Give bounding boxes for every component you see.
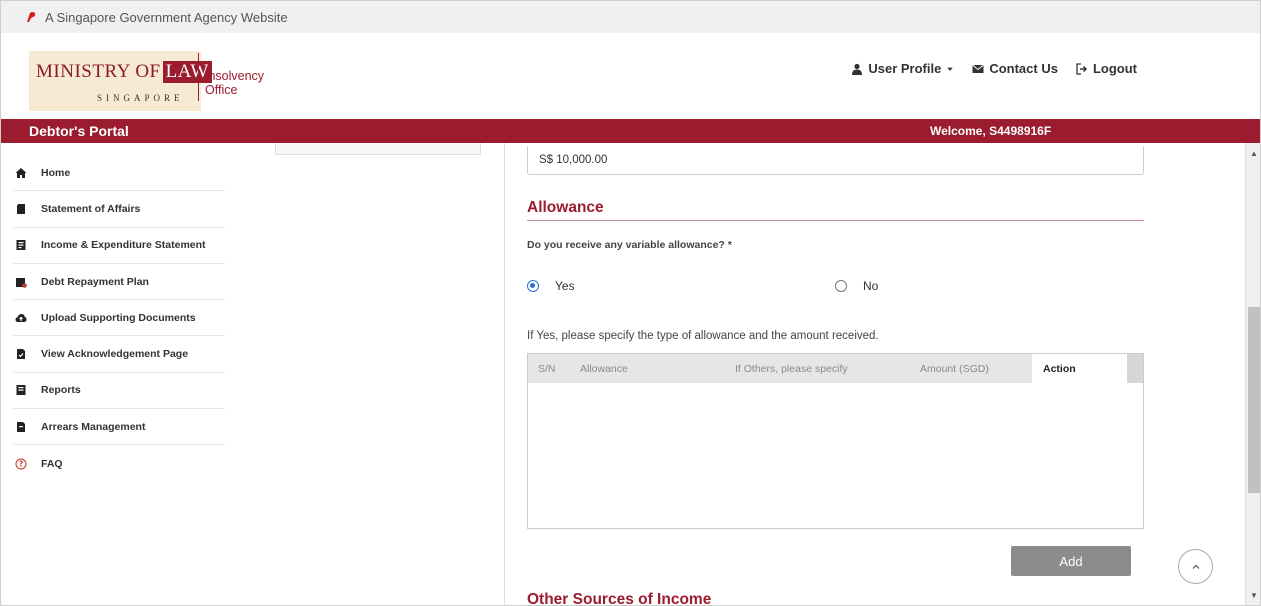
document-icon <box>15 203 27 215</box>
table-header: S/N Allowance If Others, please specify … <box>528 354 1143 383</box>
masthead-text: A Singapore Government Agency Website <box>45 9 288 25</box>
file-icon <box>15 421 27 433</box>
col-allowance: Allowance <box>580 363 628 375</box>
other-income-section-title: Other Sources of Income <box>527 591 712 606</box>
scroll-up-arrow-icon[interactable]: ▲ <box>1249 148 1259 158</box>
add-allowance-button[interactable]: Add <box>1011 546 1131 576</box>
logo-sub-line2: Office <box>205 83 238 97</box>
sidebar-item-label: Statement of Affairs <box>41 202 141 215</box>
sidebar-tab-stub <box>275 143 481 155</box>
cloud-upload-icon <box>15 312 27 324</box>
insolvency-office-label: Insolvency Office <box>205 69 264 97</box>
radio-yes-label: Yes <box>555 279 575 293</box>
question-icon: ? <box>15 458 27 470</box>
scroll-down-arrow-icon[interactable]: ▼ <box>1249 590 1259 600</box>
portal-title: Debtor's Portal <box>29 123 129 139</box>
chevron-up-icon <box>1192 564 1199 569</box>
logo-sub-line1: Insolvency <box>205 69 265 83</box>
radio-no-icon <box>835 280 847 292</box>
browser-page: A Singapore Government Agency Website MI… <box>0 0 1261 606</box>
sidebar-item-arrears-management[interactable]: Arrears Management <box>13 409 225 446</box>
sign-out-icon <box>1076 62 1088 75</box>
sidebar-item-label: View Acknowledgement Page <box>41 348 189 361</box>
amount-field[interactable]: S$ 10,000.00 <box>527 146 1144 175</box>
sidebar-item-label: Reports <box>41 384 81 397</box>
user-profile-label: User Profile <box>868 61 942 76</box>
sidebar-item-label: Upload Supporting Documents <box>41 311 196 324</box>
site-header: MINISTRY OF LAW SINGAPORE Insolvency Offi… <box>1 33 1260 119</box>
radio-no-label: No <box>863 279 879 293</box>
sidebar-item-home[interactable]: Home <box>13 155 225 192</box>
contact-us-label: Contact Us <box>989 61 1058 76</box>
scroll-to-top-button[interactable] <box>1178 549 1213 584</box>
sidebar: Home Statement of Affairs Income & Expen… <box>1 143 505 605</box>
radio-no[interactable]: No <box>835 279 878 293</box>
col-action: Action <box>1032 354 1127 383</box>
sidebar-item-label: Income & Expenditure Statement <box>41 239 206 252</box>
sidebar-nav: Home Statement of Affairs Income & Expen… <box>13 155 225 482</box>
calendar-icon <box>15 276 27 288</box>
envelope-icon <box>972 64 985 73</box>
logo-line1: MINISTRY OF <box>36 61 161 82</box>
scrollbar-thumb[interactable] <box>1248 307 1260 493</box>
sidebar-item-debt-repayment-plan[interactable]: Debt Repayment Plan <box>13 264 225 301</box>
user-icon <box>852 63 863 75</box>
portal-bar: Debtor's Portal Welcome, S4498916F <box>1 119 1260 143</box>
logout-link[interactable]: Logout <box>1076 61 1137 76</box>
lion-head-icon <box>27 12 36 22</box>
svg-text:?: ? <box>19 459 23 468</box>
logo-divider <box>198 53 199 101</box>
ministry-of-law-logo[interactable]: MINISTRY OF LAW SINGAPORE <box>29 51 212 111</box>
allowance-hint: If Yes, please specify the type of allow… <box>527 330 879 342</box>
contact-us-link[interactable]: Contact Us <box>972 61 1058 76</box>
col-others: If Others, please specify <box>735 363 848 375</box>
allowance-table: S/N Allowance If Others, please specify … <box>527 353 1144 529</box>
welcome-text: Welcome, S4498916F <box>930 124 1052 138</box>
allowance-question: Do you receive any variable allowance? * <box>527 239 732 251</box>
sidebar-item-statement-of-affairs[interactable]: Statement of Affairs <box>13 191 225 228</box>
caret-down-icon <box>947 67 953 71</box>
sidebar-item-label: Home <box>41 166 71 179</box>
radio-yes[interactable]: Yes <box>527 279 575 293</box>
sidebar-item-income-expenditure[interactable]: Income & Expenditure Statement <box>13 228 225 264</box>
main-content: S$ 10,000.00 Allowance Do you receive an… <box>505 143 1245 606</box>
ledger-icon <box>15 239 27 251</box>
table-scrollbar-cap <box>1127 354 1143 383</box>
gov-masthead: A Singapore Government Agency Website <box>1 1 1260 33</box>
vertical-scrollbar[interactable]: ▲ ▼ <box>1245 143 1260 605</box>
sidebar-item-acknowledgement[interactable]: View Acknowledgement Page <box>13 336 225 373</box>
top-nav: User Profile Contact Us Logout <box>851 61 1137 76</box>
sidebar-item-faq[interactable]: ? FAQ <box>13 445 225 481</box>
logout-label: Logout <box>1092 61 1137 76</box>
user-profile-menu[interactable]: User Profile <box>851 61 954 76</box>
col-amount: Amount (SGD) <box>920 363 989 375</box>
logo-singapore: SINGAPORE <box>97 93 184 103</box>
sidebar-item-label: Arrears Management <box>41 420 146 433</box>
sidebar-item-reports[interactable]: Reports <box>13 373 225 410</box>
home-icon <box>15 167 27 179</box>
file-check-icon <box>15 348 27 360</box>
radio-yes-selected-icon <box>527 280 539 292</box>
col-sn: S/N <box>538 363 556 375</box>
logo-text: MINISTRY OF LAW <box>36 61 212 83</box>
allowance-section-title: Allowance <box>527 199 1144 221</box>
sidebar-item-label: Debt Repayment Plan <box>41 275 149 288</box>
sidebar-item-upload-documents[interactable]: Upload Supporting Documents <box>13 300 225 337</box>
sidebar-item-label: FAQ <box>41 457 63 470</box>
report-icon <box>15 384 27 396</box>
